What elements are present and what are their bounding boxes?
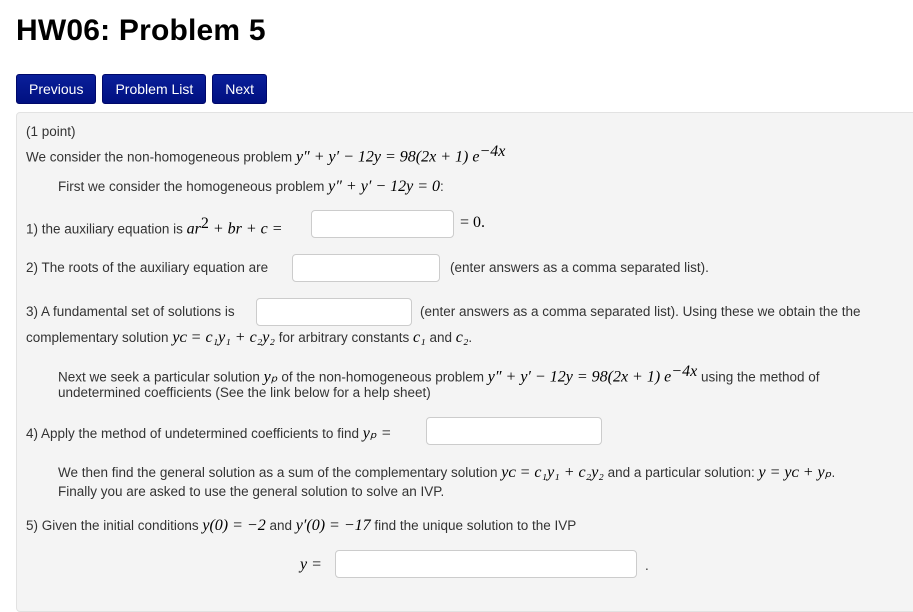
problem-list-button[interactable]: Problem List (102, 74, 207, 104)
part-equation: y″ + y′ − 12y = 98(2x + 1) e (487, 368, 672, 386)
gen-eq1: yᴄ = c₁y₁ + c₂y₂ (501, 464, 604, 481)
homogeneous-statement: First we consider the homogeneous proble… (58, 178, 444, 196)
q3-line2-eq: yᴄ = c₁y₁ + c₂y₂ (172, 329, 275, 346)
q3-line2-and: and (429, 330, 452, 345)
q1-answer-input[interactable] (311, 210, 454, 238)
q5-y-label: y = (300, 556, 322, 573)
general-statement: We then find the general solution as a s… (58, 462, 835, 482)
q3-hint: (enter answers as a comma separated list… (420, 304, 861, 319)
q1-text: 1) the auxiliary equation is (26, 221, 183, 237)
q1-eq-a: ar (186, 220, 201, 238)
q2-hint: (enter answers as a comma separated list… (450, 260, 709, 275)
q5-eq1: y(0) = −2 (202, 517, 266, 534)
gen-eq2: y = yᴄ + yₚ (758, 464, 832, 481)
intro-equation: y″ + y′ − 12y = 98(2x + 1) e (295, 148, 480, 166)
part-yp: yₚ (263, 368, 278, 386)
gen-text2: and a particular solution: (607, 465, 755, 480)
q3-label: 3) A fundamental set of solutions is (26, 304, 235, 319)
q4-eq: yₚ = (362, 425, 392, 442)
q5-text1: 5) Given the initial conditions (26, 518, 199, 533)
q4-answer-input[interactable] (426, 417, 602, 445)
particular-statement: Next we seek a particular solution yₚ of… (58, 363, 820, 387)
previous-button[interactable]: Previous (16, 74, 97, 104)
q3-line2-text: complementary solution (26, 330, 169, 345)
q3-line2-mid: for arbitrary constants (278, 330, 410, 345)
points-label: (1 point) (26, 124, 76, 139)
intro-exponent: −4x (479, 143, 506, 160)
q5-label: 5) Given the initial conditions y(0) = −… (26, 517, 576, 535)
homog-equation: y″ + y′ − 12y = 0 (328, 178, 441, 195)
part-exponent: −4x (671, 363, 698, 380)
q3-line2-c2: c₂ (455, 329, 469, 346)
problem-nav: Previous Problem List Next (16, 74, 268, 104)
q5-text2: find the unique solution to the IVP (374, 518, 577, 533)
q4-label: 4) Apply the method of undetermined coef… (26, 423, 391, 443)
q2-label: 2) The roots of the auxiliary equation a… (26, 260, 269, 275)
q5-eq2: y′(0) = −17 (295, 517, 371, 534)
q2-answer-input[interactable] (292, 254, 440, 282)
q1-label: 1) the auxiliary equation is ar2 + br + … (26, 215, 283, 239)
q5-answer-input[interactable] (335, 550, 637, 578)
q1-after: = 0. (460, 214, 486, 231)
q3-answer-input[interactable] (256, 298, 412, 326)
page-title: HW06: Problem 5 (16, 14, 266, 47)
q5-and: and (269, 518, 293, 533)
q5-after: . (645, 558, 649, 573)
intro-statement: We consider the non-homogeneous problem … (26, 143, 505, 167)
q4-text: 4) Apply the method of undetermined coef… (26, 426, 359, 441)
q3-line2: complementary solution yᴄ = c₁y₁ + c₂y₂ … (26, 329, 472, 347)
particular-line2: undetermined coefficients (See the link … (58, 385, 431, 400)
part-text2: of the non-homogeneous problem (281, 369, 484, 385)
intro-text: We consider the non-homogeneous problem (26, 149, 293, 165)
part-text3: using the method of (700, 369, 820, 385)
q1-eq-b: + br + c = (208, 220, 283, 238)
q3-line2-c1: c₁ (413, 329, 426, 346)
next-button[interactable]: Next (212, 74, 268, 104)
homog-text: First we consider the homogeneous proble… (58, 179, 325, 194)
q3-line2-end: . (468, 330, 473, 345)
q1-eq-sup: 2 (200, 215, 209, 232)
part-text1: Next we seek a particular solution (58, 369, 260, 385)
homog-colon: : (440, 179, 444, 194)
gen-text1: We then find the general solution as a s… (58, 465, 498, 480)
gen-end: . (831, 465, 836, 480)
general-line2: Finally you are asked to use the general… (58, 484, 445, 499)
